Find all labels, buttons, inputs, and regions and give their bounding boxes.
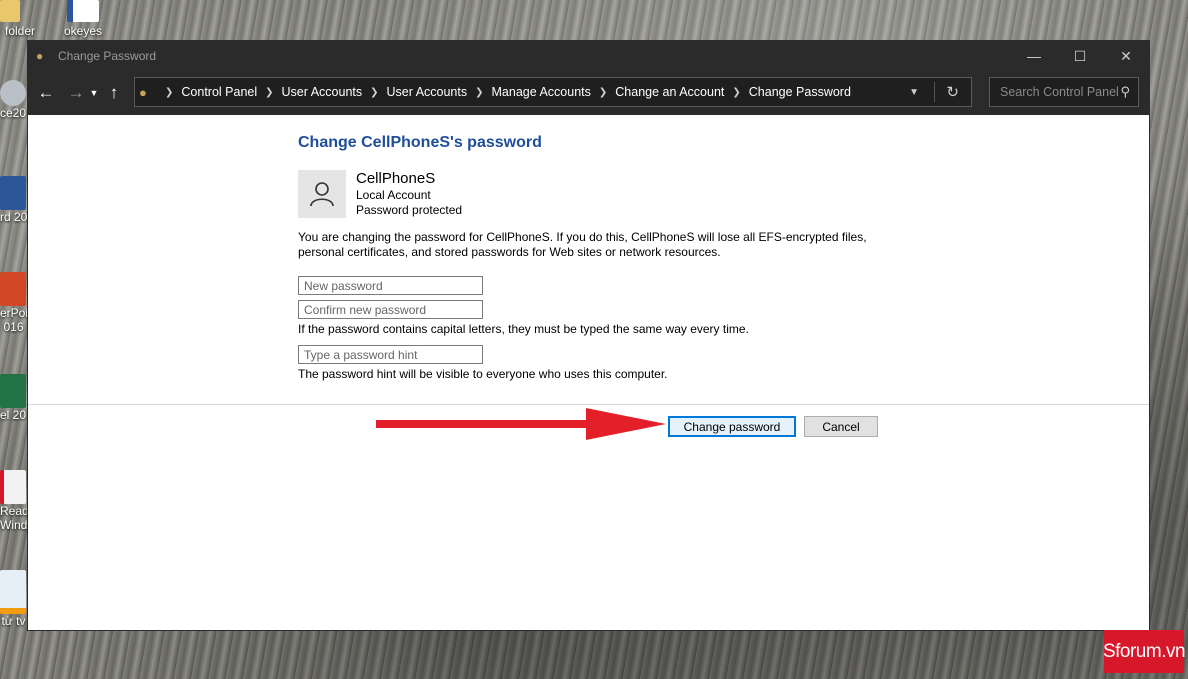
forward-button[interactable]: → [65,78,87,108]
navigation-bar: ← → ▼ ↑ ● ❯ Control Panel ❯ User Account… [28,71,1149,115]
breadcrumb-user-accounts-sub[interactable]: User Accounts [387,85,468,99]
footer-divider [28,404,1149,405]
description-line: You are changing the password for CellPh… [298,230,867,244]
user-avatar-icon [298,170,346,218]
desktop-icon-label: từ tv [1,614,26,628]
maximize-button[interactable]: ☐ [1057,41,1103,71]
sforum-watermark-logo: Sforum.vn [1103,630,1186,673]
desktop-icon-label: erPoi [0,306,27,320]
description: You are changing the password for CellPh… [298,230,898,260]
excel-icon [0,374,26,408]
desktop-icon-label: okeyes [63,24,103,38]
breadcrumb-chevron-icon[interactable]: ❯ [165,87,173,98]
desktop-icon-label: folder [4,24,36,38]
breadcrumb-control-panel[interactable]: Control Panel [181,85,257,99]
user-accounts-icon: ● [36,49,44,63]
pdf-icon [0,470,26,504]
gear-icon [0,80,26,106]
recent-locations-chevron-icon[interactable]: ▼ [87,78,101,108]
change-password-button[interactable]: Change password [668,416,796,437]
description-line: personal certificates, and stored passwo… [298,245,721,259]
new-password-field[interactable] [298,276,483,295]
desktop-icon-label: ce201 [0,106,27,120]
user-card: CellPhoneS Local Account Password protec… [298,170,898,218]
password-status: Password protected [356,203,463,217]
capital-letters-note: If the password contains capital letters… [298,322,749,336]
refresh-icon[interactable]: ↻ [946,83,959,101]
powerpoint-icon [0,272,26,306]
breadcrumb-chevron-icon[interactable]: ❯ [599,87,607,98]
desktop-icon-label: Read [0,504,27,518]
word-doc-icon [67,0,99,22]
breadcrumb-chevron-icon[interactable]: ❯ [475,87,483,98]
window-controls: — ☐ ✕ [1011,41,1149,71]
search-input[interactable] [998,84,1122,100]
desktop-icon-dictionary[interactable]: từ tv [0,570,27,628]
desktop-icon-folder[interactable]: folder [0,0,40,38]
breadcrumb-manage-accounts[interactable]: Manage Accounts [492,85,591,99]
cancel-button[interactable]: Cancel [804,416,878,437]
breadcrumb-chevron-icon[interactable]: ❯ [265,87,273,98]
confirm-password-field[interactable] [298,300,483,319]
desktop-icon-okeyes[interactable]: okeyes [60,0,106,38]
page-title: Change CellPhoneS's password [298,134,542,151]
folder-icon [0,0,20,22]
hint-visibility-note: The password hint will be visible to eve… [298,367,668,381]
desktop-icon-label: el 201 [0,408,27,422]
desktop-icon-office[interactable]: ce201 [0,80,27,120]
address-divider [934,82,935,102]
dictionary-icon [0,570,26,614]
minimize-button[interactable]: — [1011,41,1057,71]
breadcrumb-change-account[interactable]: Change an Account [615,85,724,99]
window-title: Change Password [58,49,157,63]
address-dropdown-chevron-icon[interactable]: ▼ [909,87,919,98]
desktop-icon-adobe-reader[interactable]: Read Windo [0,470,27,532]
close-button[interactable]: ✕ [1103,41,1149,71]
back-button[interactable]: ← [35,78,57,108]
search-icon[interactable]: ⚲ [1120,84,1130,100]
breadcrumb-user-accounts[interactable]: User Accounts [282,85,363,99]
address-bar[interactable]: ● ❯ Control Panel ❯ User Accounts ❯ User… [134,77,972,107]
breadcrumb-chevron-icon[interactable]: ❯ [732,87,740,98]
breadcrumb-chevron-icon[interactable]: ❯ [370,87,378,98]
annotation-arrow-icon [376,408,666,440]
search-box[interactable]: ⚲ [989,77,1139,107]
account-type: Local Account [356,188,431,202]
control-panel-icon: ● [139,84,147,100]
user-info: CellPhoneS Local Account Password protec… [356,170,462,218]
title-bar[interactable]: ● Change Password — ☐ ✕ [28,41,1149,71]
desktop-icon-label: Windo [0,518,27,532]
up-button[interactable]: ↑ [103,78,125,108]
desktop-icon-label: rd 201 [0,210,27,224]
main-content: Change CellPhoneS's password CellPhoneS … [298,134,898,381]
desktop-icon-excel[interactable]: el 201 [0,374,27,422]
desktop-icon-label: 016 [3,320,24,334]
word-icon [0,176,26,210]
breadcrumb-change-password[interactable]: Change Password [749,85,851,99]
desktop-icon-powerpoint[interactable]: erPoi 016 [0,272,27,334]
user-name: CellPhoneS [356,170,436,187]
password-hint-field[interactable] [298,345,483,364]
change-password-window: ● Change Password — ☐ ✕ ← → ▼ ↑ ● ❯ Cont… [27,40,1150,631]
desktop-icon-word[interactable]: rd 201 [0,176,27,224]
